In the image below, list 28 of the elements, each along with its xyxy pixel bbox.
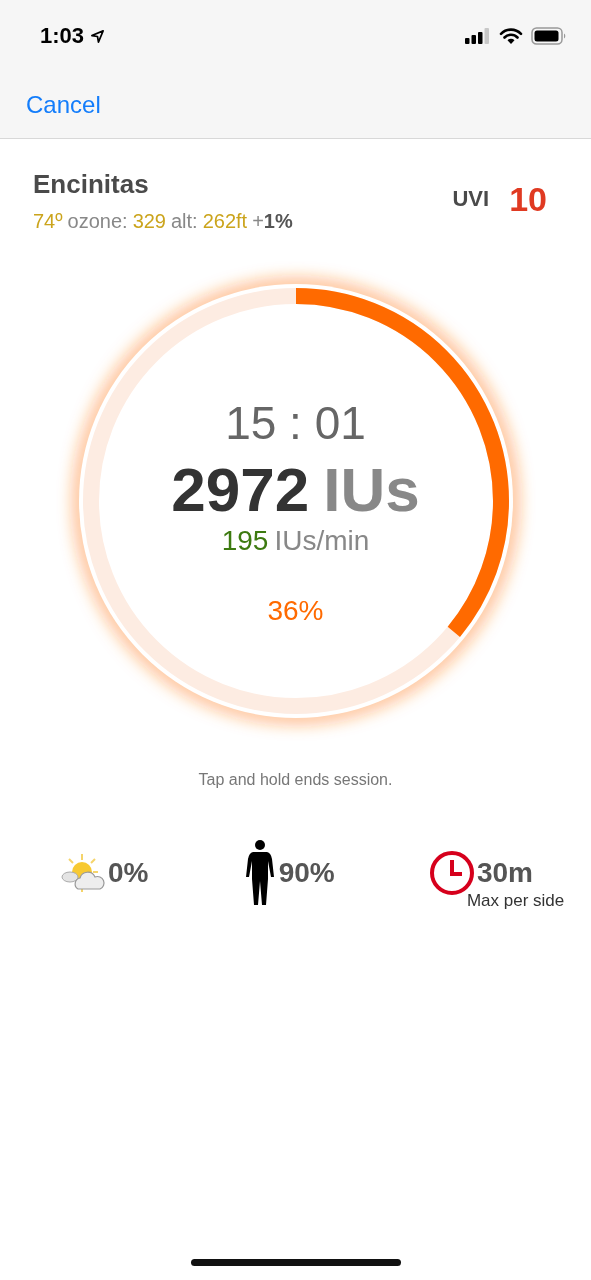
uvi-label: UVI [452,186,490,212]
progress-percent: 36% [267,594,324,627]
location-name: Encinitas [33,169,150,200]
weather-value: 262ft [202,210,248,233]
stat-caption: Max per side [466,891,565,911]
rate-unit: IUs/min [274,524,370,557]
cancel-button[interactable]: Cancel [26,91,101,119]
change-value: +1% [252,210,293,233]
wifi-icon [499,27,523,45]
uvi-value: 10 [509,179,547,219]
weather-label: ozone: [67,210,128,233]
hint-text: Tap and hold ends session. [197,771,394,789]
stat-value: 0% [108,857,149,889]
total-unit: IUs [323,453,420,525]
battery-icon [531,27,567,45]
location-arrow-icon [90,28,106,44]
session-timer: 15 : 01 [225,395,366,450]
stat-value: 90% [278,857,335,889]
sun-cloud-icon [60,853,106,893]
weather-value: 74º [33,210,63,233]
weather-value: 329 [132,210,166,233]
rate-value: 195 [221,524,269,557]
status-time: 1:03 [40,23,85,49]
clock-icon [428,850,475,896]
stat-value: 30m [476,857,533,889]
signal-icon [465,28,491,44]
total-value: 2972 [171,453,310,525]
weather-label: alt: [171,210,198,233]
